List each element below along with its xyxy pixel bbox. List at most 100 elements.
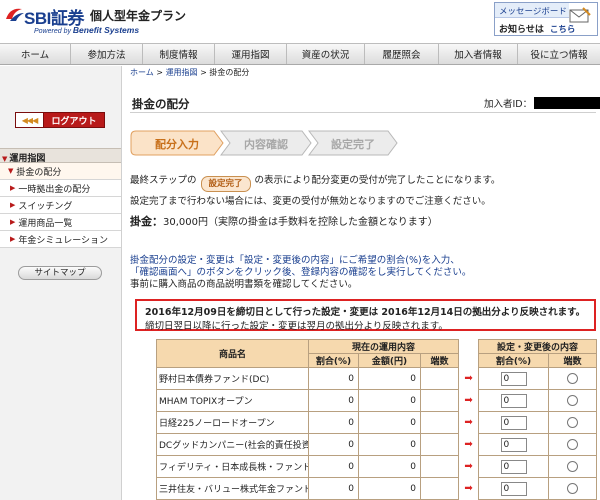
fraction-radio-cell [548,411,598,434]
step-input: 配分入力 [130,130,224,156]
column-header-current-ratio: 割合(%) [308,353,359,368]
fraction-radio[interactable] [567,373,579,384]
triangle-right-icon: ▶ [10,218,16,226]
new-ratio-input[interactable]: 0 [500,459,527,474]
nav-history[interactable]: 履歴照会 [365,44,439,64]
product-name[interactable]: 日経225ノーロードオープン [156,411,309,434]
column-header-current-amount: 金額(円) [358,353,421,368]
current-fraction [419,367,460,390]
envelope-icon [569,7,591,23]
final-step-warning: 設定完了まで行わない場合には、変更の受付が無効となりますのでご注意ください。 [130,196,491,207]
sidebar-item-lump-sum-allocation[interactable]: ▶ 一時拠出金の配分 [0,180,121,197]
new-ratio-input[interactable]: 0 [500,393,527,408]
product-name[interactable]: 野村日本債券ファンド(DC) [156,367,309,390]
current-fraction [419,433,460,456]
step-indicator: 配分入力 内容確認 設定完了 [130,130,420,156]
current-ratio: 0 [308,477,359,500]
new-ratio-input[interactable]: 0 [500,481,527,496]
column-header-new-fraction: 端数 [548,353,598,368]
sidebar: ◀◀◀ ログアウト ▼ 運用指図 ▼ 掛金の配分 ▶ 一時拠出金の配分 ▶ スイッチング… [0,66,122,500]
message-board-button[interactable]: メッセージボード お知らせは こちら [494,2,598,36]
nav-system-info[interactable]: 制度情報 [143,44,215,64]
column-group-new: 設定・変更後の内容 [478,339,598,354]
product-name[interactable]: DCグッドカンパニー(社会的責任投資) [156,433,309,456]
fraction-radio[interactable] [567,483,579,494]
fraction-radio-cell [548,367,598,390]
page-title: 掛金の配分 [132,97,190,111]
fraction-radio-cell [548,455,598,478]
triangle-down-icon: ▼ [2,155,8,163]
sidebar-section-investment[interactable]: ▼ 運用指図 [0,148,121,164]
fraction-radio-cell [548,477,598,500]
nav-home[interactable]: ホーム [0,44,71,64]
nav-useful-info[interactable]: 役に立つ情報 [518,44,600,64]
arrow-right-icon: ➡ [458,411,480,434]
step-confirm: 内容確認 [220,130,312,156]
logo-title: 個人型年金プラン [90,9,187,23]
nav-join[interactable]: 参加方法 [71,44,143,64]
fraction-radio[interactable] [567,395,579,406]
fraction-radio[interactable] [567,439,579,450]
logout-label: ログアウト [51,116,97,127]
table-row: フィデリティ・日本成長株・ファンド 0 0 ➡ 0 [156,455,598,478]
title-divider [130,112,596,113]
current-amount: 0 [358,477,421,500]
column-header-new-ratio: 割合(%) [478,353,550,368]
new-ratio-cell: 0 [478,389,550,412]
column-header-current-fraction: 端数 [419,353,460,368]
step-complete: 設定完了 [308,130,398,156]
nav-assets[interactable]: 資産の状況 [287,44,365,64]
table-row: DCグッドカンパニー(社会的責任投資) 0 0 ➡ 0 [156,433,598,456]
product-name[interactable]: 三井住友・バリュー株式年金ファンド [156,477,309,500]
current-fraction [419,389,460,412]
arrow-right-icon: ➡ [458,433,480,456]
nav-investment[interactable]: 運用指図 [215,44,287,64]
main-content: ホーム > 運用指図 > 掛金の配分 掛金の配分 加入者ID： 配分入力 内容確… [126,66,600,500]
logout-button[interactable]: ◀◀◀ ログアウト [15,112,105,128]
current-ratio: 0 [308,389,359,412]
message-board-link[interactable]: こちら [550,25,576,35]
current-amount: 0 [358,389,421,412]
new-ratio-input[interactable]: 0 [500,371,527,386]
sitemap-button[interactable]: サイトマップ [18,266,102,280]
current-amount: 0 [358,433,421,456]
sidebar-item-pension-simulation[interactable]: ▶ 年金シミュレーション [0,231,121,248]
column-header-product: 商品名 [156,339,309,368]
arrows-icon: ◀◀◀ [16,113,44,127]
current-amount: 0 [358,411,421,434]
fraction-radio[interactable] [567,417,579,428]
member-id: 加入者ID： [484,96,600,110]
new-ratio-input[interactable]: 0 [500,415,527,430]
sidebar-item-switching[interactable]: ▶ スイッチング [0,197,121,214]
breadcrumb-current: 掛金の配分 [209,68,250,77]
fraction-radio-cell [548,389,598,412]
current-fraction [419,477,460,500]
column-group-current: 現在の運用内容 [307,339,460,354]
breadcrumb-investment[interactable]: 運用指図 [166,68,198,77]
header: SBI証券 個人型年金プラン Powered by Benefit System… [0,0,600,42]
product-name[interactable]: フィデリティ・日本成長株・ファンド [156,455,309,478]
current-ratio: 0 [308,455,359,478]
breadcrumb-home[interactable]: ホーム [130,68,154,77]
triangle-right-icon: ▶ [10,235,16,243]
sidebar-item-product-list[interactable]: ▶ 運用商品一覧 [0,214,121,231]
sidebar-list: ▼ 掛金の配分 ▶ 一時拠出金の配分 ▶ スイッチング ▶ 運用商品一覧 ▶ 年金シミュレ… [0,163,121,248]
current-amount: 0 [358,367,421,390]
sidebar-item-contribution-allocation[interactable]: ▼ 掛金の配分 [0,163,121,180]
triangle-right-icon: ▶ [10,201,16,209]
sbi-logo[interactable]: SBI証券 個人型年金プラン Powered by Benefit System… [4,3,186,37]
deadline-notice: 2016年12月09日を締切日として行った設定・変更は 2016年12月14日の… [135,299,596,332]
fraction-radio[interactable] [567,461,579,472]
contribution-amount: 掛金：30,000円（実際の掛金は手数料を控除した金額となります） [130,215,438,228]
table-row: 日経225ノーロードオープン 0 0 ➡ 0 [156,411,598,434]
new-ratio-cell: 0 [478,411,550,434]
new-ratio-input[interactable]: 0 [500,437,527,452]
nav-member-info[interactable]: 加入者情報 [439,44,518,64]
global-nav: ホーム 参加方法 制度情報 運用指図 資産の状況 履歴照会 加入者情報 役に立つ… [0,43,600,65]
member-id-redacted [534,97,600,109]
current-fraction [419,455,460,478]
fraction-radio-cell [548,433,598,456]
new-ratio-cell: 0 [478,477,550,500]
triangle-down-icon: ▼ [8,167,14,175]
product-name[interactable]: MHAM TOPIXオープン [156,389,309,412]
